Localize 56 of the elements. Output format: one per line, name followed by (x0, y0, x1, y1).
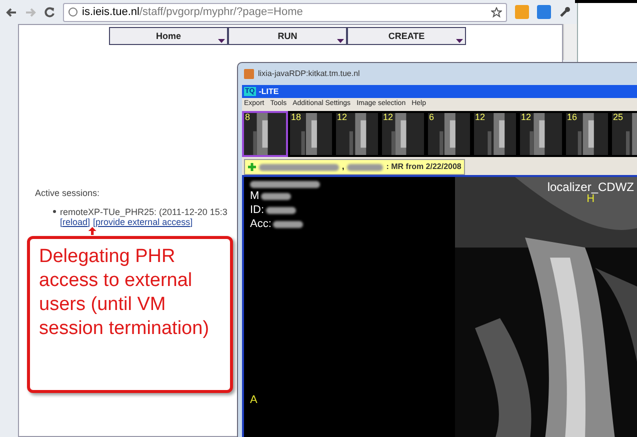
url-text: is.ieis.tue.nl/staff/pvgorp/myphr/?page=Home (82, 4, 303, 20)
callout-text: Delegating PHR access to external users (until VM session termination) (39, 245, 210, 341)
address-bar[interactable]: is.ieis.tue.nl/staff/pvgorp/myphr/?page=Home (63, 2, 507, 22)
patient-field-label: Acc: (250, 219, 272, 230)
wrench-icon[interactable] (559, 6, 571, 18)
image-count: 8 (245, 113, 250, 122)
session-link[interactable]: [reload] (60, 216, 90, 226)
thumbnail[interactable]: 18 (288, 111, 334, 157)
dropdown-icon (337, 39, 344, 43)
image-count: 18 (291, 113, 302, 122)
add-icon (248, 163, 256, 171)
image-count: 16 (567, 113, 578, 122)
orientation-marker: H (586, 194, 595, 205)
study-label: : MR from 2/22/2008 (386, 161, 462, 173)
thumbnail[interactable]: 8 (242, 111, 288, 157)
thumbnail[interactable]: 6 (426, 111, 472, 157)
nav-menu-item[interactable]: CREATE (347, 27, 466, 45)
image-count: 25 (613, 113, 624, 122)
nav-menu-item[interactable]: RUN (228, 27, 347, 45)
dropdown-icon (456, 39, 463, 43)
image-count: 12 (521, 113, 532, 122)
thumbnail[interactable]: 12 (518, 111, 564, 157)
thumbnail[interactable]: 16 (564, 111, 610, 157)
redacted-bar (273, 221, 304, 228)
list-bullet (53, 210, 56, 212)
image-count: 6 (429, 113, 434, 122)
java-icon (244, 69, 254, 79)
redacted-bar (347, 164, 384, 170)
thumbnail[interactable]: 12 (334, 111, 380, 157)
image-count: 12 (337, 113, 348, 122)
image-count: 12 (475, 113, 486, 122)
study-tab[interactable]: , : MR from 2/22/2008 (244, 159, 466, 175)
study-separator: , (342, 161, 344, 173)
sessions-heading: Active sessions: (35, 187, 100, 200)
back-icon[interactable] (6, 8, 17, 16)
image-count: 12 (383, 113, 394, 122)
globe-icon (68, 7, 78, 17)
dropdown-icon (218, 39, 225, 43)
patient-field-label: ID: (250, 205, 264, 216)
thumbnail[interactable]: 12 (380, 111, 426, 157)
thumbnail[interactable]: 12 (472, 111, 518, 157)
window-title: lixia-javaRDP:kitkat.tm.tue.nl (258, 68, 360, 80)
scrollbar[interactable] (563, 24, 577, 60)
nav-menu-item[interactable]: Home (109, 27, 228, 45)
patient-field-label: M (250, 191, 260, 202)
star-icon[interactable] (491, 6, 502, 18)
redacted-bar (261, 193, 292, 200)
reload-icon[interactable] (44, 6, 55, 18)
session-name: remoteXP-TUe_PHR25: (2011-12-20 15:3 (60, 206, 228, 216)
app-title: -LITE (258, 86, 279, 98)
session-link[interactable]: [provide external access] (93, 216, 193, 226)
series-label: localizer_CDWZ (547, 181, 634, 194)
orientation-marker: A (250, 395, 258, 406)
redacted-bar (250, 181, 320, 188)
redacted-bar (266, 207, 296, 214)
thumbnail[interactable]: 25 (610, 111, 637, 157)
